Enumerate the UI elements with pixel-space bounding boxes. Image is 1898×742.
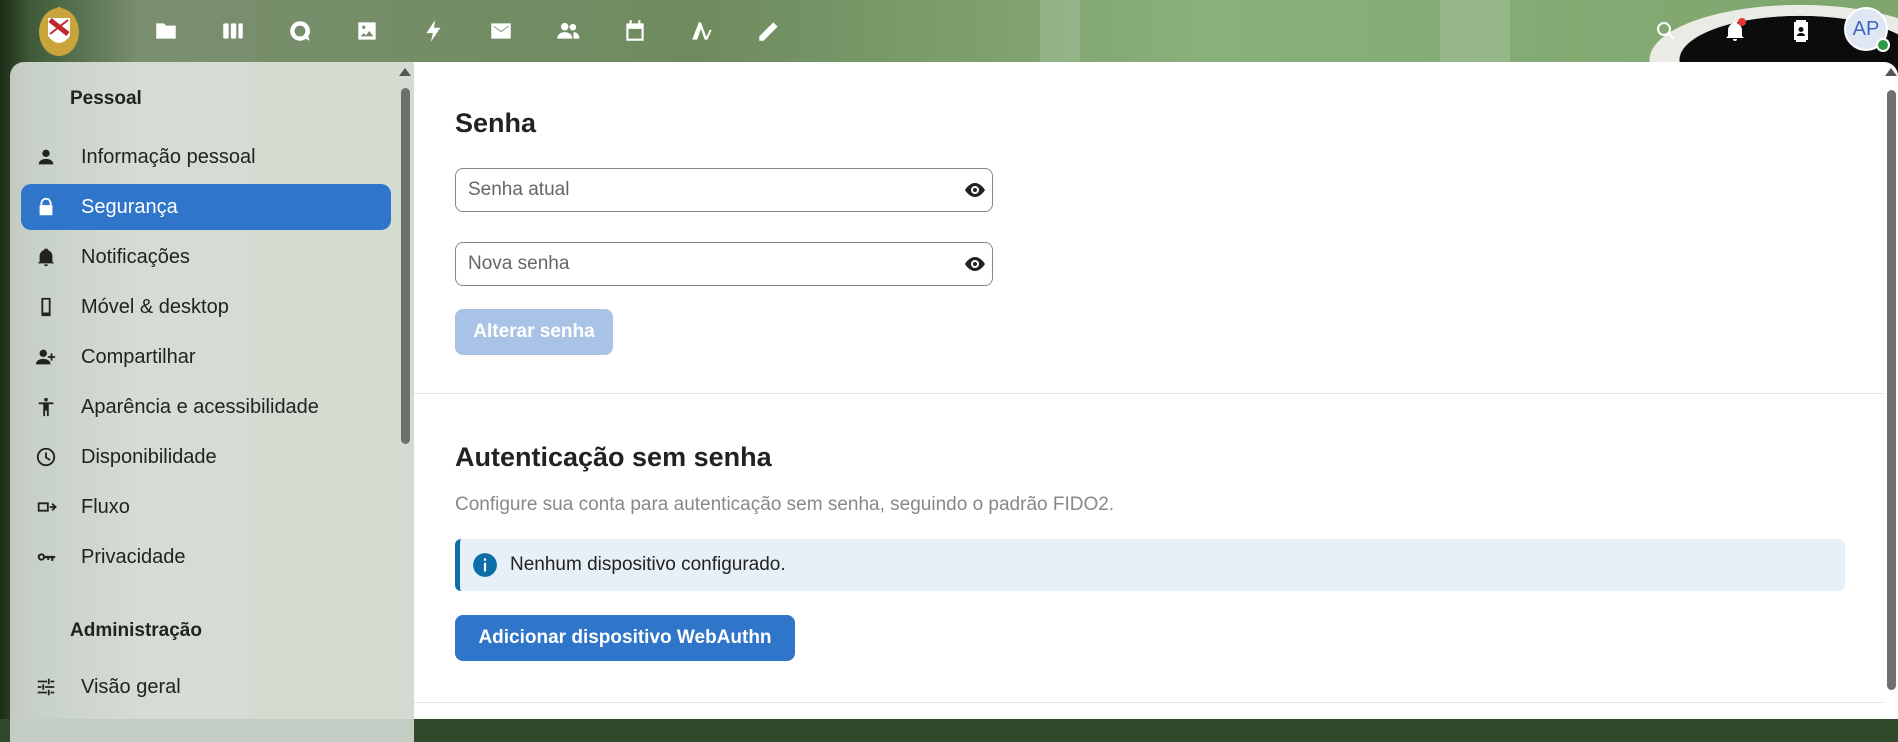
talk-icon[interactable] [281,12,319,50]
current-password-field[interactable] [455,168,993,212]
main-content: Senha Alterar senha Autenticação sem sen… [414,62,1898,719]
main-scrollbar[interactable] [1885,68,1897,718]
text-icon[interactable] [683,12,721,50]
clock-icon [31,446,61,468]
section-divider [414,702,1884,703]
files-icon[interactable] [147,12,185,50]
sidebar-item-privacy[interactable]: Privacidade [21,534,391,580]
settings-sidebar: Pessoal Informação pessoal Segurança Not… [10,62,414,742]
sidebar-item-sharing[interactable]: Compartilhar [21,334,391,380]
sidebar-scrollbar[interactable] [399,68,411,718]
share-icon [31,346,61,368]
sidebar-item-label: Compartilhar [81,345,196,368]
sidebar-item-notifications[interactable]: Notificações [21,234,391,280]
sidebar-item-label: Disponibilidade [81,445,217,468]
calendar-icon[interactable] [616,12,654,50]
sidebar-item-personal-info[interactable]: Informação pessoal [21,134,391,180]
password-section-title: Senha [455,108,537,138]
phone-icon [31,296,61,318]
new-password-field[interactable] [455,242,993,286]
tune-icon [31,676,61,698]
sidebar-item-label: Fluxo [81,495,130,518]
admin-caption: Administração [70,620,202,641]
notification-badge [1738,18,1746,26]
contacts-menu-icon[interactable] [1780,10,1822,52]
lock-icon [31,196,61,218]
sidebar-item-label: Visão geral [81,675,181,698]
top-header: AP [0,0,1898,62]
show-password-icon[interactable] [958,252,992,276]
sidebar-item-label: Segurança [81,195,178,218]
contacts-icon[interactable] [549,12,587,50]
photos-icon[interactable] [348,12,386,50]
sidebar-item-overview[interactable]: Visão geral [21,664,391,710]
key-icon [31,546,61,568]
sidebar-item-mobile-desktop[interactable]: Móvel & desktop [21,284,391,330]
info-notecard: Nenhum dispositivo configurado. [455,539,1845,591]
section-divider [414,393,1884,394]
sidebar-item-label: Notificações [81,245,190,268]
sidebar-item-label: Móvel & desktop [81,295,229,318]
passwordless-section-title: Autenticação sem senha [455,442,772,472]
info-icon [473,553,497,577]
activity-icon[interactable] [415,12,453,50]
passwordless-description: Configure sua conta para autenticação se… [455,494,1115,515]
person-icon [31,146,61,168]
accessibility-icon [31,396,61,418]
sidebar-item-label: Informação pessoal [81,145,256,168]
sidebar-item-label: Privacidade [81,545,186,568]
sidebar-item-appearance[interactable]: Aparência e acessibilidade [21,384,391,430]
personal-caption: Pessoal [70,88,142,109]
change-password-button[interactable]: Alterar senha [455,309,613,355]
flow-icon [31,496,61,518]
sidebar-item-availability[interactable]: Disponibilidade [21,434,391,480]
notes-icon[interactable] [750,12,788,50]
search-icon[interactable] [1645,10,1687,52]
add-webauthn-button[interactable]: Adicionar dispositivo WebAuthn [455,615,795,661]
show-password-icon[interactable] [958,178,992,202]
online-status-icon [1876,38,1890,52]
sidebar-item-label: Aparência e acessibilidade [81,395,319,418]
sidebar-item-security[interactable]: Segurança [21,184,391,230]
info-text: Nenhum dispositivo configurado. [510,554,786,575]
logo[interactable] [36,4,82,58]
notifications-icon[interactable] [1714,10,1756,52]
new-password-input[interactable] [456,252,958,276]
sidebar-item-flow[interactable]: Fluxo [21,484,391,530]
deck-icon[interactable] [214,12,252,50]
mail-icon[interactable] [482,12,520,50]
current-password-input[interactable] [456,178,958,202]
bell-icon [31,246,61,268]
